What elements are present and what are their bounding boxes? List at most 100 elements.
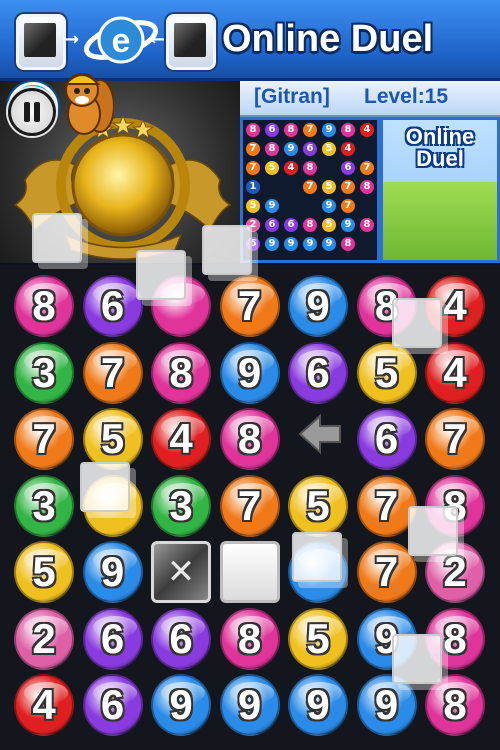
mini-gem: 7 [246,142,260,156]
falling-block [32,213,82,263]
gem-number: 3 [32,481,56,529]
gem[interactable]: 4 [151,408,211,470]
gem[interactable]: 9 [219,674,280,736]
mini-gem: 5 [246,199,260,213]
mini-gem: 7 [303,180,317,194]
gem[interactable]: 3 [14,341,74,404]
gem-number: 9 [374,681,399,728]
mini-gem: 8 [246,123,260,137]
gem-number: 7 [100,348,125,396]
opponent-name: [Gitran] [254,85,330,108]
mini-gem: 6 [265,123,279,137]
mini-gem: 9 [341,218,355,232]
falling-block [392,298,442,348]
gem[interactable]: 5 [288,474,348,537]
mini-gem: 8 [360,180,374,194]
squirrel-mascot-icon [63,73,114,135]
gem[interactable]: 4 [14,674,74,736]
mini-gem: 7 [360,161,374,175]
duel-label: Online Duel [405,124,475,171]
gem[interactable]: 7 [219,275,280,337]
gem-number: 9 [100,548,125,595]
gem[interactable]: 7 [82,341,143,404]
gem[interactable]: 6 [82,674,143,736]
gem-number: 9 [237,681,262,728]
pause-button[interactable] [8,88,56,136]
mini-gem: 7 [341,199,355,213]
falling-block [408,506,458,556]
mini-gem: 1 [246,180,260,194]
gem[interactable]: 7 [425,408,485,470]
gem[interactable]: 5 [288,607,348,670]
gem-number: 6 [374,415,399,462]
gem-number: 7 [237,481,262,529]
gem[interactable]: 6 [151,607,211,670]
gem-number: 8 [443,681,467,728]
gem[interactable]: 6 [82,275,143,337]
gem[interactable]: 7 [219,474,280,537]
metal-block[interactable] [151,541,211,603]
mini-gem: 6 [303,142,317,156]
gem-number: 4 [169,415,193,462]
gem[interactable]: 4 [425,341,485,404]
gem-number: 9 [169,681,193,728]
mini-gem: 9 [284,142,298,156]
gem[interactable]: 3 [14,474,74,537]
tablet-icon [166,14,216,70]
mini-gem: 9 [322,123,336,137]
mini-gem: 6 [265,218,279,232]
arrow-right-icon: → [64,29,80,50]
falling-block [202,225,252,275]
mini-gem: 8 [303,218,317,232]
gem-number: 6 [169,614,193,662]
gem[interactable]: 5 [14,541,74,603]
mini-gem: 6 [284,218,298,232]
gem[interactable]: 8 [219,408,280,470]
gem-number: 6 [306,348,330,396]
gem-number: 9 [306,681,330,728]
gem-number: 5 [32,548,56,595]
gem[interactable]: 2 [14,607,74,670]
tablet-icon [16,14,66,70]
mini-gem: 4 [284,161,298,175]
blank-block[interactable] [219,541,280,603]
gem[interactable]: 8 [219,607,280,670]
game-title: Online Duel [222,18,434,60]
gem[interactable]: 9 [288,674,348,736]
gem-number: 7 [374,481,399,529]
gem-number: 8 [32,282,56,329]
gem[interactable]: 9 [219,341,280,404]
gem-number: 4 [32,681,56,728]
opponent-level: Level:15 [364,85,449,108]
gem[interactable]: 7 [14,408,74,470]
gem[interactable]: 6 [356,408,417,470]
mini-gem: 7 [341,180,355,194]
mini-gem: 4 [360,123,374,137]
gem[interactable]: 9 [288,275,348,337]
gem[interactable]: 8 [14,275,74,337]
online-duel-panel: Online Duel [380,117,500,263]
mini-gem: 9 [322,237,336,251]
gem-number: 7 [443,415,467,462]
gem[interactable]: 6 [82,607,143,670]
gem[interactable]: 6 [288,341,348,404]
gem[interactable]: 5 [356,341,417,404]
gem-number: 5 [306,481,330,529]
mini-gem: 7 [246,161,260,175]
gem-number: 4 [443,348,467,396]
gem-number: 9 [306,282,330,329]
gem[interactable]: 8 [151,341,211,404]
gem-number: 6 [100,681,125,728]
mini-gem: 9 [322,199,336,213]
svg-text:e: e [112,22,131,60]
gem[interactable]: 9 [82,541,143,603]
gem-number: 8 [237,415,262,462]
gem-number: 7 [374,548,399,595]
mini-gem: 4 [341,142,355,156]
mini-gem: 8 [360,218,374,232]
gem[interactable]: 5 [82,408,143,470]
gem-number: 5 [374,348,399,396]
gem[interactable]: 3 [151,474,211,537]
gem-number: 3 [32,348,56,396]
gem[interactable]: 9 [151,674,211,736]
